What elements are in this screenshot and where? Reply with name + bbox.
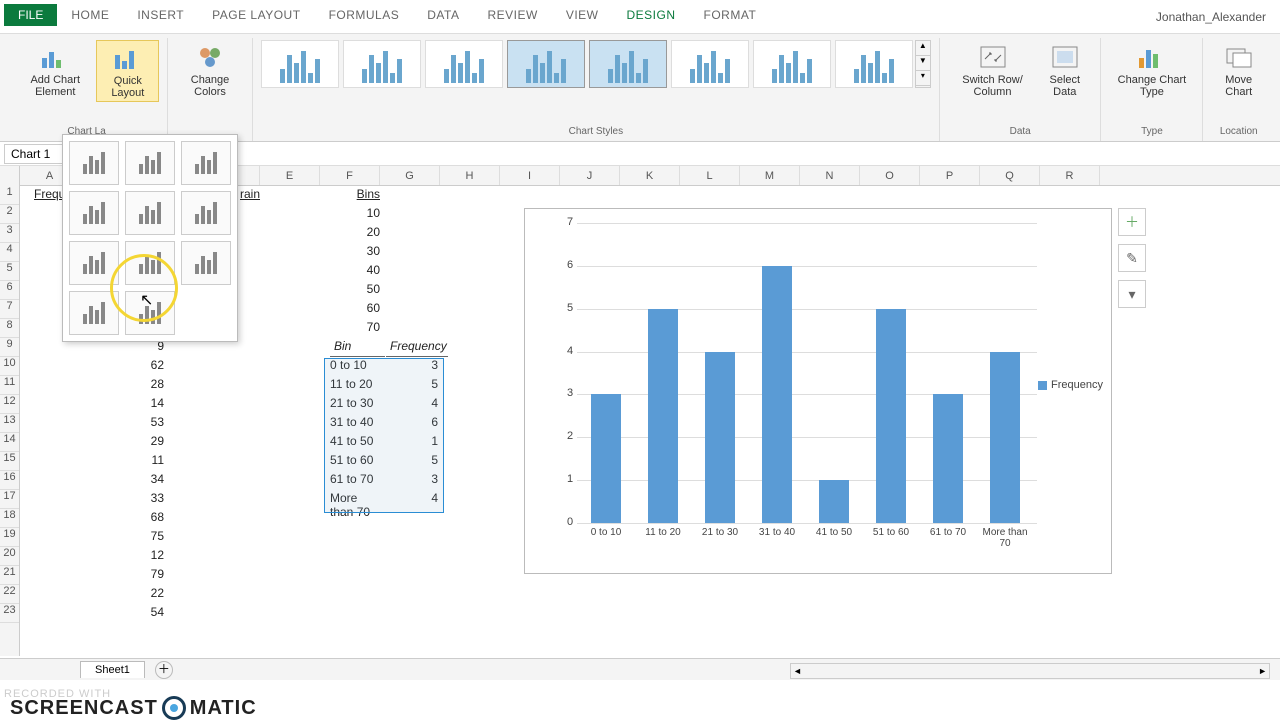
label: Change Chart Type bbox=[1115, 74, 1188, 98]
user-name[interactable]: Jonathan_Alexander bbox=[1156, 0, 1280, 33]
tab-home[interactable]: HOME bbox=[57, 4, 123, 26]
chart-legend: Frequency bbox=[1038, 379, 1103, 391]
group-type: Change Chart Type Type bbox=[1101, 38, 1203, 141]
chart-filter-button[interactable]: ▾ bbox=[1118, 280, 1146, 308]
tab-data[interactable]: DATA bbox=[413, 4, 473, 26]
brand-logo-icon bbox=[162, 696, 186, 720]
cursor-icon: ↖ bbox=[140, 290, 153, 310]
change-colors-button[interactable]: Change Colors bbox=[176, 40, 244, 100]
switch-row-column-button[interactable]: Switch Row/ Column bbox=[948, 40, 1037, 100]
switch-row-column-icon bbox=[977, 42, 1009, 72]
layout-8[interactable] bbox=[125, 241, 175, 285]
layout-6[interactable] bbox=[181, 191, 231, 235]
chart-style-1[interactable] bbox=[261, 40, 339, 88]
tab-review[interactable]: REVIEW bbox=[473, 4, 551, 26]
horizontal-scrollbar[interactable]: ◄► bbox=[790, 663, 1270, 679]
chart-styles-gallery bbox=[261, 40, 913, 88]
move-chart-button[interactable]: Move Chart bbox=[1211, 40, 1266, 100]
style-scroll[interactable]: ▲▼▾ bbox=[915, 40, 931, 88]
menu-tabs: FILE HOME INSERT PAGE LAYOUT FORMULAS DA… bbox=[4, 0, 770, 26]
tab-formulas[interactable]: FORMULAS bbox=[315, 4, 414, 26]
layout-1[interactable] bbox=[69, 141, 119, 185]
chart-style-7[interactable] bbox=[753, 40, 831, 88]
group-label: Chart Styles bbox=[569, 126, 623, 137]
layout-10[interactable] bbox=[69, 291, 119, 335]
watermark-brand: SCREENCAST MATIC bbox=[10, 696, 257, 720]
layout-3[interactable] bbox=[181, 141, 231, 185]
layout-2[interactable] bbox=[125, 141, 175, 185]
select-data-button[interactable]: Select Data bbox=[1037, 40, 1092, 100]
row-headers[interactable]: 1234567891011121314151617181920212223 bbox=[0, 166, 20, 656]
label: Switch Row/ Column bbox=[954, 74, 1031, 98]
legend-swatch bbox=[1038, 381, 1047, 390]
chart-style-2[interactable] bbox=[343, 40, 421, 88]
select-data-icon bbox=[1049, 42, 1081, 72]
selection-range bbox=[324, 358, 444, 513]
chart-object[interactable]: 012345670 to 1011 to 2021 to 3031 to 404… bbox=[524, 208, 1112, 574]
chart-styles-button[interactable]: ✎ bbox=[1118, 244, 1146, 272]
layout-5[interactable] bbox=[125, 191, 175, 235]
chart-elements-button[interactable]: ＋ bbox=[1118, 208, 1146, 236]
layout-7[interactable] bbox=[69, 241, 119, 285]
group-label: Data bbox=[1010, 126, 1031, 137]
chart-style-8[interactable] bbox=[835, 40, 913, 88]
change-chart-type-icon bbox=[1136, 42, 1168, 72]
label: Add Chart Element bbox=[20, 74, 90, 98]
change-colors-icon bbox=[194, 42, 226, 72]
chart-style-5[interactable] bbox=[589, 40, 667, 88]
chart-plot: 012345670 to 1011 to 2021 to 3031 to 404… bbox=[555, 219, 1015, 521]
chart-style-3[interactable] bbox=[425, 40, 503, 88]
group-label: Type bbox=[1141, 126, 1163, 137]
quick-layout-dropdown bbox=[62, 134, 238, 342]
titlebar: FILE HOME INSERT PAGE LAYOUT FORMULAS DA… bbox=[0, 0, 1280, 34]
add-chart-element-icon bbox=[39, 42, 71, 72]
sheet-tab-1[interactable]: Sheet1 bbox=[80, 661, 145, 678]
tab-insert[interactable]: INSERT bbox=[123, 4, 198, 26]
quick-layout-button[interactable]: Quick Layout bbox=[96, 40, 159, 102]
tab-pagelayout[interactable]: PAGE LAYOUT bbox=[198, 4, 314, 26]
group-location: Move Chart Location bbox=[1203, 38, 1274, 141]
ribbon: Add Chart Element Quick Layout Chart La … bbox=[0, 34, 1280, 142]
change-chart-type-button[interactable]: Change Chart Type bbox=[1109, 40, 1194, 100]
tab-format[interactable]: FORMAT bbox=[690, 4, 771, 26]
group-change-colors: Change Colors bbox=[168, 38, 253, 141]
group-label: Location bbox=[1220, 126, 1258, 137]
tab-design[interactable]: DESIGN bbox=[613, 4, 690, 26]
tab-file[interactable]: FILE bbox=[4, 4, 57, 26]
brand-b: MATIC bbox=[190, 697, 257, 720]
chart-style-6[interactable] bbox=[671, 40, 749, 88]
move-chart-icon bbox=[1223, 42, 1255, 72]
quick-layout-icon bbox=[112, 43, 144, 73]
layout-4[interactable] bbox=[69, 191, 119, 235]
group-chart-layouts: Add Chart Element Quick Layout Chart La bbox=[6, 38, 168, 141]
label: Quick Layout bbox=[103, 75, 152, 99]
layout-9[interactable] bbox=[181, 241, 231, 285]
tab-view[interactable]: VIEW bbox=[552, 4, 613, 26]
label: Select Data bbox=[1043, 74, 1086, 98]
group-data: Switch Row/ Column Select Data Data bbox=[940, 38, 1102, 141]
brand-a: SCREENCAST bbox=[10, 697, 158, 720]
add-chart-element-button[interactable]: Add Chart Element bbox=[14, 40, 96, 102]
chart-side-buttons: ＋ ✎ ▾ bbox=[1118, 208, 1146, 308]
label: Move Chart bbox=[1217, 74, 1260, 98]
add-sheet-button[interactable]: ＋ bbox=[155, 661, 173, 679]
label: Change Colors bbox=[182, 74, 238, 98]
chart-style-4[interactable] bbox=[507, 40, 585, 88]
group-chart-styles: ▲▼▾ Chart Styles bbox=[253, 38, 940, 141]
legend-label: Frequency bbox=[1051, 379, 1103, 391]
